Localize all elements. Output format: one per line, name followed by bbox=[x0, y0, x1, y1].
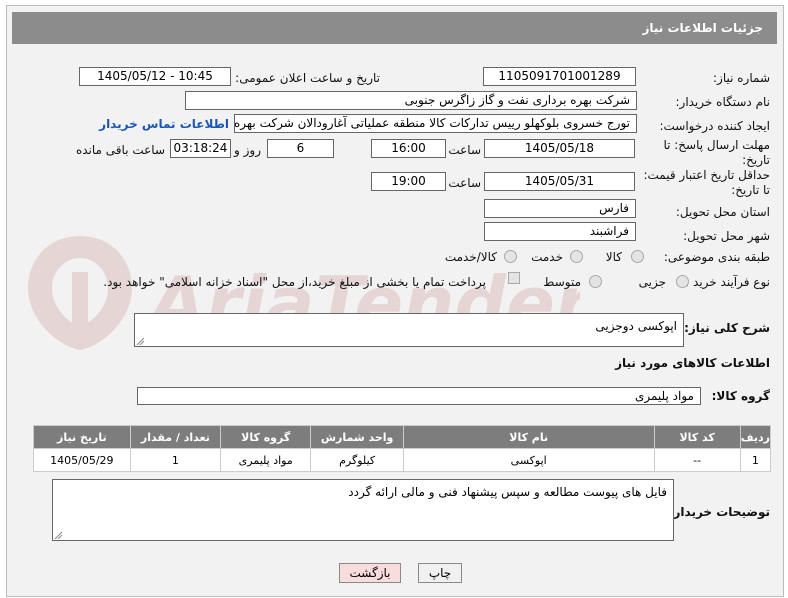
requester-field[interactable]: تورج خسروی بلوکهلو رییس تدارکات کالا منط… bbox=[234, 114, 637, 133]
province-label: استان محل تحویل: bbox=[675, 205, 770, 219]
category-radio-service[interactable] bbox=[570, 250, 583, 263]
cell-need-date: 1405/05/29 bbox=[33, 448, 131, 472]
description-textarea[interactable]: اپوکسی دوجزیی bbox=[134, 313, 684, 347]
cell-item-name: اپوکسی bbox=[402, 448, 655, 472]
response-time-field[interactable]: 16:00 bbox=[371, 139, 446, 158]
need-number-field[interactable]: 1105091701001289 bbox=[483, 67, 636, 86]
cell-unit: کیلوگرم bbox=[310, 448, 404, 472]
resize-grip-icon[interactable] bbox=[136, 337, 144, 345]
cell-row-number: 1 bbox=[739, 448, 772, 472]
province-field[interactable]: فارس bbox=[484, 199, 636, 218]
print-button[interactable]: چاپ bbox=[418, 563, 462, 583]
col-header-item-name: نام کالا bbox=[402, 425, 655, 449]
cell-quantity: 1 bbox=[129, 448, 222, 472]
category-option-goods: کالا bbox=[605, 250, 622, 264]
goods-group-label: گروه کالا: bbox=[711, 389, 770, 403]
cell-goods-group: مواد پلیمری bbox=[220, 448, 312, 472]
process-option-minor: جزیی bbox=[638, 275, 666, 289]
remaining-label: ساعت باقی مانده bbox=[75, 143, 165, 157]
treasury-payment-note: پرداخت تمام یا بخشی از مبلغ خرید،از محل … bbox=[103, 275, 486, 289]
validity-time-field[interactable]: 19:00 bbox=[371, 172, 446, 191]
col-header-need-date: تاریخ نیاز bbox=[33, 425, 131, 449]
price-validity-label: حداقل تاریخ اعتبار قیمت: تا تاریخ: bbox=[643, 168, 770, 197]
col-header-unit: واحد شمارش bbox=[310, 425, 404, 449]
city-label: شهر محل تحویل: bbox=[683, 229, 770, 243]
category-radio-goods-service[interactable] bbox=[504, 250, 517, 263]
announce-datetime-field[interactable]: 1405/05/12 - 10:45 bbox=[79, 67, 231, 86]
col-header-goods-group: گروه کالا bbox=[220, 425, 312, 449]
announce-datetime-label: تاریخ و ساعت اعلان عمومی: bbox=[235, 71, 380, 85]
category-label: طبقه بندی موضوعی: bbox=[663, 250, 770, 264]
back-button[interactable]: بازگشت bbox=[339, 563, 401, 583]
description-label: شرح کلی نیاز: bbox=[684, 321, 770, 335]
category-radio-goods[interactable] bbox=[631, 250, 644, 263]
buyer-org-label: نام دستگاه خریدار: bbox=[675, 95, 771, 109]
requester-label: ایجاد کننده درخواست: bbox=[659, 119, 770, 133]
validity-time-label: ساعت bbox=[448, 176, 481, 190]
need-number-label: شماره نیاز: bbox=[713, 71, 770, 85]
buyer-notes-textarea[interactable]: فایل های پیوست مطالعه و سپس پیشنهاد فنی … bbox=[52, 479, 674, 541]
city-field[interactable]: فراشبند bbox=[484, 222, 636, 241]
response-date-field[interactable]: 1405/05/18 bbox=[484, 139, 635, 158]
days-field[interactable]: 6 bbox=[267, 139, 334, 158]
table-header-row: ردیف کد کالا نام کالا واحد شمارش گروه کا… bbox=[33, 425, 772, 449]
goods-group-field[interactable]: مواد پلیمری bbox=[137, 387, 701, 405]
process-radio-medium[interactable] bbox=[589, 275, 602, 288]
process-option-medium: متوسط bbox=[543, 275, 581, 289]
buyer-org-field[interactable]: شرکت بهره برداری نفت و گاز زاگرس جنوبی bbox=[185, 91, 637, 110]
goods-table: ردیف کد کالا نام کالا واحد شمارش گروه کا… bbox=[33, 425, 772, 472]
validity-date-field[interactable]: 1405/05/31 bbox=[484, 172, 635, 191]
response-time-label: ساعت bbox=[448, 143, 481, 157]
goods-info-title: اطلاعات کالاهای مورد نیاز bbox=[615, 356, 770, 370]
col-header-quantity: تعداد / مقدار bbox=[129, 425, 222, 449]
page-header: جزئیات اطلاعات نیاز bbox=[12, 12, 777, 44]
category-option-service: خدمت bbox=[531, 250, 563, 264]
category-option-goods-service: کالا/خدمت bbox=[444, 250, 497, 264]
resize-grip-icon[interactable] bbox=[54, 531, 62, 539]
buyer-notes-label: توضیحات خریدار: bbox=[668, 505, 770, 519]
cell-item-code: -- bbox=[653, 448, 741, 472]
col-header-row-number: ردیف bbox=[739, 425, 772, 449]
process-type-label: نوع فرآیند خرید : bbox=[685, 275, 770, 289]
treasury-payment-checkbox[interactable] bbox=[508, 272, 520, 284]
process-radio-minor[interactable] bbox=[676, 275, 689, 288]
table-row[interactable]: 1 -- اپوکسی کیلوگرم مواد پلیمری 1 1405/0… bbox=[33, 448, 772, 472]
response-deadline-label: مهلت ارسال پاسخ: تا تاریخ: bbox=[663, 138, 770, 167]
days-and-label: روز و bbox=[234, 143, 261, 157]
page-title: جزئیات اطلاعات نیاز bbox=[642, 21, 763, 35]
remaining-time-field[interactable]: 03:18:24 bbox=[170, 139, 231, 158]
buyer-contact-link[interactable]: اطلاعات تماس خریدار bbox=[99, 117, 229, 131]
col-header-item-code: کد کالا bbox=[653, 425, 741, 449]
